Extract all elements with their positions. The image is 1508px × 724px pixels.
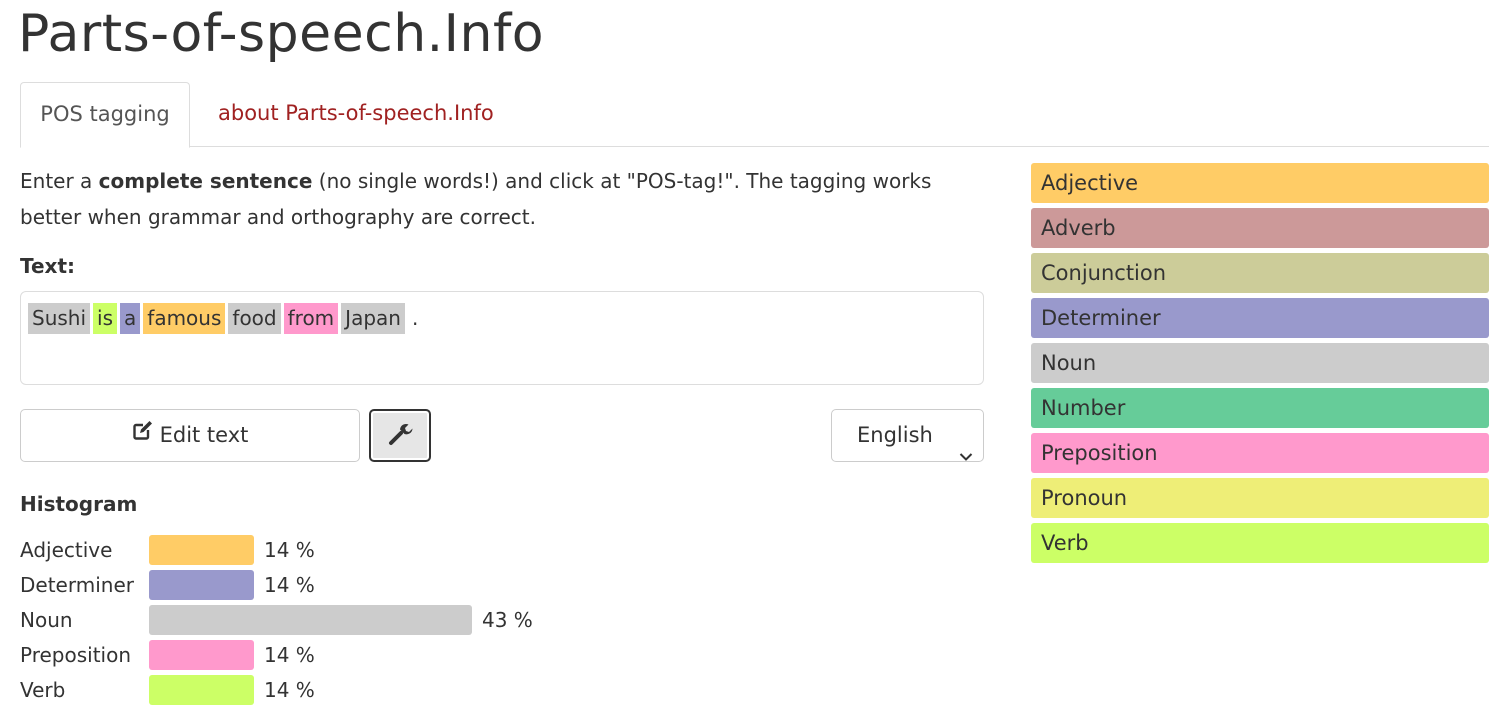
language-select-value: English: [857, 423, 933, 447]
tab-pos-tagging[interactable]: POS tagging: [20, 82, 190, 148]
histogram-row: Adjective 14 %: [20, 534, 580, 566]
edit-text-button[interactable]: Edit text: [20, 409, 360, 462]
histogram-bar: [149, 640, 254, 670]
site-title: Parts-of-speech.Info: [18, 4, 545, 64]
histogram-label: Adjective: [20, 538, 113, 562]
tagged-word[interactable]: is: [93, 303, 118, 334]
tagged-text-area[interactable]: Sushi is a famous food from Japan.: [20, 291, 984, 385]
histogram-label: Determiner: [20, 573, 134, 597]
histogram-row: Verb 14 %: [20, 674, 580, 706]
page: Parts-of-speech.Info POS tagging about P…: [0, 0, 1508, 724]
tagged-word[interactable]: food: [228, 303, 281, 334]
legend-item-adjective: Adjective: [1031, 163, 1489, 203]
histogram-percent: 14 %: [264, 538, 315, 562]
pos-legend: Adjective Adverb Conjunction Determiner …: [1031, 163, 1489, 568]
histogram-label: Verb: [20, 678, 66, 702]
histogram-row: Preposition 14 %: [20, 639, 580, 671]
histogram-bar: [149, 675, 254, 705]
tagged-word[interactable]: Sushi: [28, 303, 91, 334]
histogram-bar: [149, 605, 472, 635]
instructions-text-1: Enter a: [20, 169, 99, 193]
legend-item-adverb: Adverb: [1031, 208, 1489, 248]
legend-item-number: Number: [1031, 388, 1489, 428]
histogram-bar: [149, 535, 254, 565]
histogram-percent: 14 %: [264, 573, 315, 597]
instructions-bold: complete sentence: [98, 169, 313, 193]
tagged-word[interactable]: famous: [143, 303, 226, 334]
histogram-row: Noun 43 %: [20, 604, 580, 636]
tagged-word[interactable]: a: [120, 303, 141, 334]
legend-item-determiner: Determiner: [1031, 298, 1489, 338]
tab-about[interactable]: about Parts-of-speech.Info: [218, 82, 494, 147]
histogram-percent: 43 %: [482, 608, 533, 632]
legend-item-preposition: Preposition: [1031, 433, 1489, 473]
punctuation: .: [411, 306, 419, 330]
instructions: Enter a complete sentence (no single wor…: [20, 163, 995, 235]
edit-text-label: Edit text: [159, 423, 249, 447]
histogram-title: Histogram: [20, 492, 138, 516]
histogram-label: Noun: [20, 608, 73, 632]
histogram-percent: 14 %: [264, 678, 315, 702]
text-label: Text:: [20, 254, 76, 278]
legend-item-pronoun: Pronoun: [1031, 478, 1489, 518]
wrench-icon: [387, 421, 413, 451]
histogram-percent: 14 %: [264, 643, 315, 667]
histogram-label: Preposition: [20, 643, 132, 667]
tagged-word[interactable]: from: [283, 303, 339, 334]
histogram-row: Determiner 14 %: [20, 569, 580, 601]
tagged-word[interactable]: Japan: [341, 303, 405, 334]
legend-item-verb: Verb: [1031, 523, 1489, 563]
histogram-bar: [149, 570, 254, 600]
edit-icon: [132, 409, 154, 460]
tools-button[interactable]: [369, 409, 431, 462]
legend-item-conjunction: Conjunction: [1031, 253, 1489, 293]
language-select[interactable]: English: [831, 409, 984, 462]
tab-bar: POS tagging about Parts-of-speech.Info: [20, 82, 1489, 148]
chevron-down-icon: [959, 430, 973, 481]
legend-item-noun: Noun: [1031, 343, 1489, 383]
